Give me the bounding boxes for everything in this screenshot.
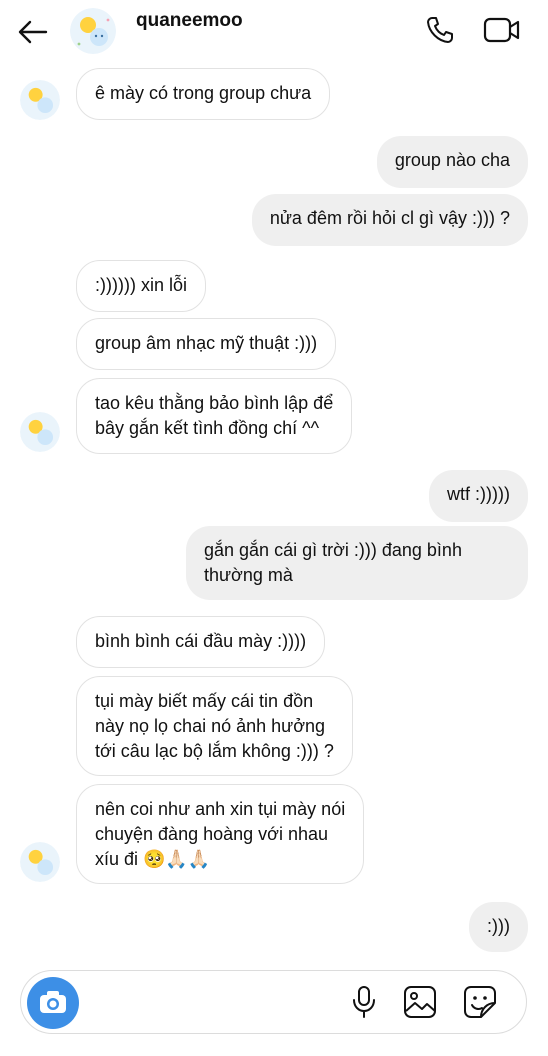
phone-icon[interactable] [424,14,456,46]
message-text: bình bình cái đầu mày :)))) [95,631,307,651]
contact-username[interactable]: quaneemoo [136,10,243,32]
sticker-icon[interactable] [463,985,497,1019]
message-bubble-incoming[interactable]: nên coi như anh xin tụi mày nói chuyện đ… [76,784,365,884]
back-arrow-icon[interactable] [16,18,50,46]
message-bubble-outgoing[interactable]: gắn gắn cái gì trời :))) đang bình thườn… [186,526,528,600]
chat-header: quaneemoo [0,0,548,62]
message-text: ê mày có trong group chưa [95,83,312,103]
message-composer[interactable] [20,970,527,1034]
message-bubble-incoming[interactable]: group âm nhạc mỹ thuật :))) [76,318,337,370]
message-text-line: tao kêu thằng bảo bình lập để [95,393,334,413]
video-camera-icon[interactable] [482,14,522,46]
message-bubble-incoming[interactable]: tao kêu thằng bảo bình lập để bây gắn kế… [76,378,353,454]
message-text-line: thường mà [204,565,293,585]
message-text: wtf :))))) [447,484,510,504]
camera-icon [40,991,66,1013]
message-bubble-incoming[interactable]: ê mày có trong group chưa [76,68,331,120]
message-text: nửa đêm rồi hỏi cl gì vậy :))) ? [269,208,510,228]
message-text-line: tới câu lạc bộ lắm không :))) ? [95,741,334,761]
camera-button[interactable] [27,977,79,1029]
message-text-line: bây gắn kết tình đồng chí ^^ [95,418,320,438]
message-bubble-outgoing[interactable]: group nào cha [376,136,528,188]
message-bubble-incoming[interactable]: :)))))) xin lỗi [76,260,206,312]
message-bubble-incoming[interactable]: bình bình cái đầu mày :)))) [76,616,326,668]
sender-avatar [20,80,60,120]
message-bubble-outgoing[interactable]: wtf :))))) [429,470,528,522]
message-text: group nào cha [394,150,510,170]
message-text: :))) [487,916,510,936]
message-bubble-incoming[interactable]: tụi mày biết mấy cái tin đồn này nọ lọ c… [76,676,353,776]
sender-avatar [20,412,60,452]
image-gallery-icon[interactable] [403,985,437,1019]
message-text-line: xíu đi 🥺🙏🏻🙏🏻 [95,849,211,869]
message-bubble-outgoing[interactable]: nửa đêm rồi hỏi cl gì vậy :))) ? [251,194,528,246]
message-text-line: gắn gắn cái gì trời :))) đang bình [204,540,462,560]
message-text: group âm nhạc mỹ thuật :))) [95,333,318,353]
message-text-line: tụi mày biết mấy cái tin đồn [95,691,314,711]
contact-avatar[interactable] [70,8,116,54]
message-text-line: chuyện đàng hoàng với nhau [95,824,328,844]
sender-avatar [20,842,60,882]
message-bubble-outgoing[interactable]: :))) [469,902,528,952]
message-text-line: này nọ lọ chai nó ảnh hưởng [95,716,326,736]
microphone-icon[interactable] [351,985,377,1019]
message-text-line: nên coi như anh xin tụi mày nói [95,799,346,819]
message-text: :)))))) xin lỗi [95,275,187,295]
